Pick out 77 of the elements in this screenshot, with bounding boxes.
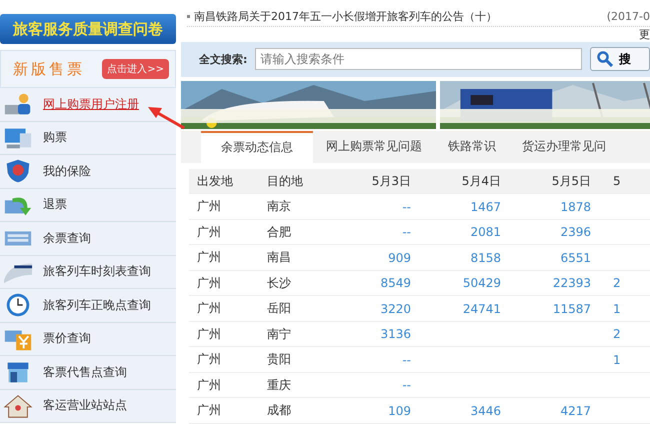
column-header: 目的地 [267,174,303,188]
survey-banner[interactable]: 旅客服务质量调查问卷 [0,14,176,44]
column-header: 5月5日 [552,174,591,188]
bullet-icon [187,14,190,18]
table-cell[interactable]: 8158 [470,250,501,265]
table-cell[interactable]: 8549 [380,276,411,290]
search-button[interactable]: 搜 [590,47,650,72]
table-cell: 广州 [197,403,221,418]
sidebar-link[interactable]: 旅客列车时刻表查询 [43,263,151,280]
sidebar-link[interactable]: 票价查询 [43,330,91,348]
table-cell[interactable]: 3446 [470,404,501,418]
table-cell[interactable]: 3136 [380,327,411,342]
table-cell: 广州 [197,378,221,392]
table-cell: 贵阳 [267,352,291,366]
sidebar-link[interactable]: 退票 [43,196,67,214]
table-cell[interactable]: -- [402,378,411,392]
sidebar-link[interactable]: 网上购票用户注册 [43,96,139,113]
table-cell: 岳阳 [267,301,291,316]
table-cell[interactable]: 2 [613,276,621,290]
table-cell[interactable]: 1878 [560,200,591,214]
table-cell: 广州 [197,301,221,316]
table-cell[interactable]: 1 [613,302,621,316]
table-cell[interactable]: 4217 [560,404,591,418]
notice-link[interactable]: 南昌铁路局关于2017年五一小长假增开旅客列车的公告（十） [194,8,603,24]
tab[interactable]: 货运办理常见问 [509,130,619,163]
house-icon [3,392,33,419]
column-header: 5月4日 [462,174,501,188]
table-cell[interactable]: 6551 [560,250,591,265]
sidebar-link[interactable]: 我的保险 [43,162,91,180]
tab[interactable]: 网上购票常见问题 [313,130,435,163]
table-cell: 南昌 [267,250,291,264]
table-cell[interactable]: -- [402,200,411,214]
table-cell[interactable]: 909 [388,250,411,265]
column-header: 5 [613,174,621,188]
enter-button[interactable]: 点击进入>> [102,59,169,79]
search-icon [597,51,613,68]
table-cell: 广州 [197,199,221,214]
sidebar-link[interactable]: 客运营业站站点 [43,397,127,414]
table-cell: 合肥 [267,224,291,239]
search-field[interactable]: 请输入搜索条件 [255,48,582,70]
table-cell[interactable]: 22393 [552,276,591,290]
table-cell[interactable]: 1467 [470,200,501,214]
table-cell: 南宁 [267,326,291,341]
table-cell[interactable]: 2081 [470,225,501,240]
table-cell: 长沙 [267,276,291,290]
table-cell[interactable]: 1 [613,352,621,367]
table-cell: 广州 [197,326,221,341]
table-cell: 重庆 [267,378,291,392]
table-cell: 广州 [197,250,221,264]
table-cell[interactable]: 3220 [380,302,411,316]
notice-date: (2017-0 [606,10,650,22]
table-cell[interactable]: 2 [613,327,621,342]
table-cell[interactable]: -- [402,352,411,367]
table-cell: 南京 [267,199,291,214]
sidebar-link[interactable]: 购票 [43,129,67,146]
sidebar-link[interactable]: 余票查询 [43,230,91,247]
table-cell[interactable]: 109 [388,404,411,418]
table-cell: 成都 [267,403,291,418]
table-cell[interactable]: -- [402,225,411,240]
column-header: 出发地 [197,174,233,188]
tab[interactable]: 铁路常识 [435,130,509,163]
more-link[interactable]: 更 [639,27,650,42]
table-cell[interactable]: 24741 [462,302,501,316]
search-label: 全文搜索: [199,52,248,67]
table-cell[interactable]: 11587 [552,302,591,316]
tab[interactable]: 余票动态信息 [201,130,313,163]
table-cell[interactable]: 2396 [560,225,591,240]
table-cell[interactable]: 50429 [462,276,501,290]
sidebar-link[interactable]: 旅客列车正晚点查询 [43,296,151,314]
annotation-arrow [146,104,186,130]
user-laptop-icon [3,91,33,118]
new-sales-title: 新版售票 [13,60,85,78]
sidebar-link[interactable]: 客票代售点查询 [43,364,127,381]
column-header: 5月3日 [372,174,411,188]
table-cell: 广州 [197,224,221,239]
table-cell: 广州 [197,276,221,290]
table-cell: 广州 [197,352,221,366]
